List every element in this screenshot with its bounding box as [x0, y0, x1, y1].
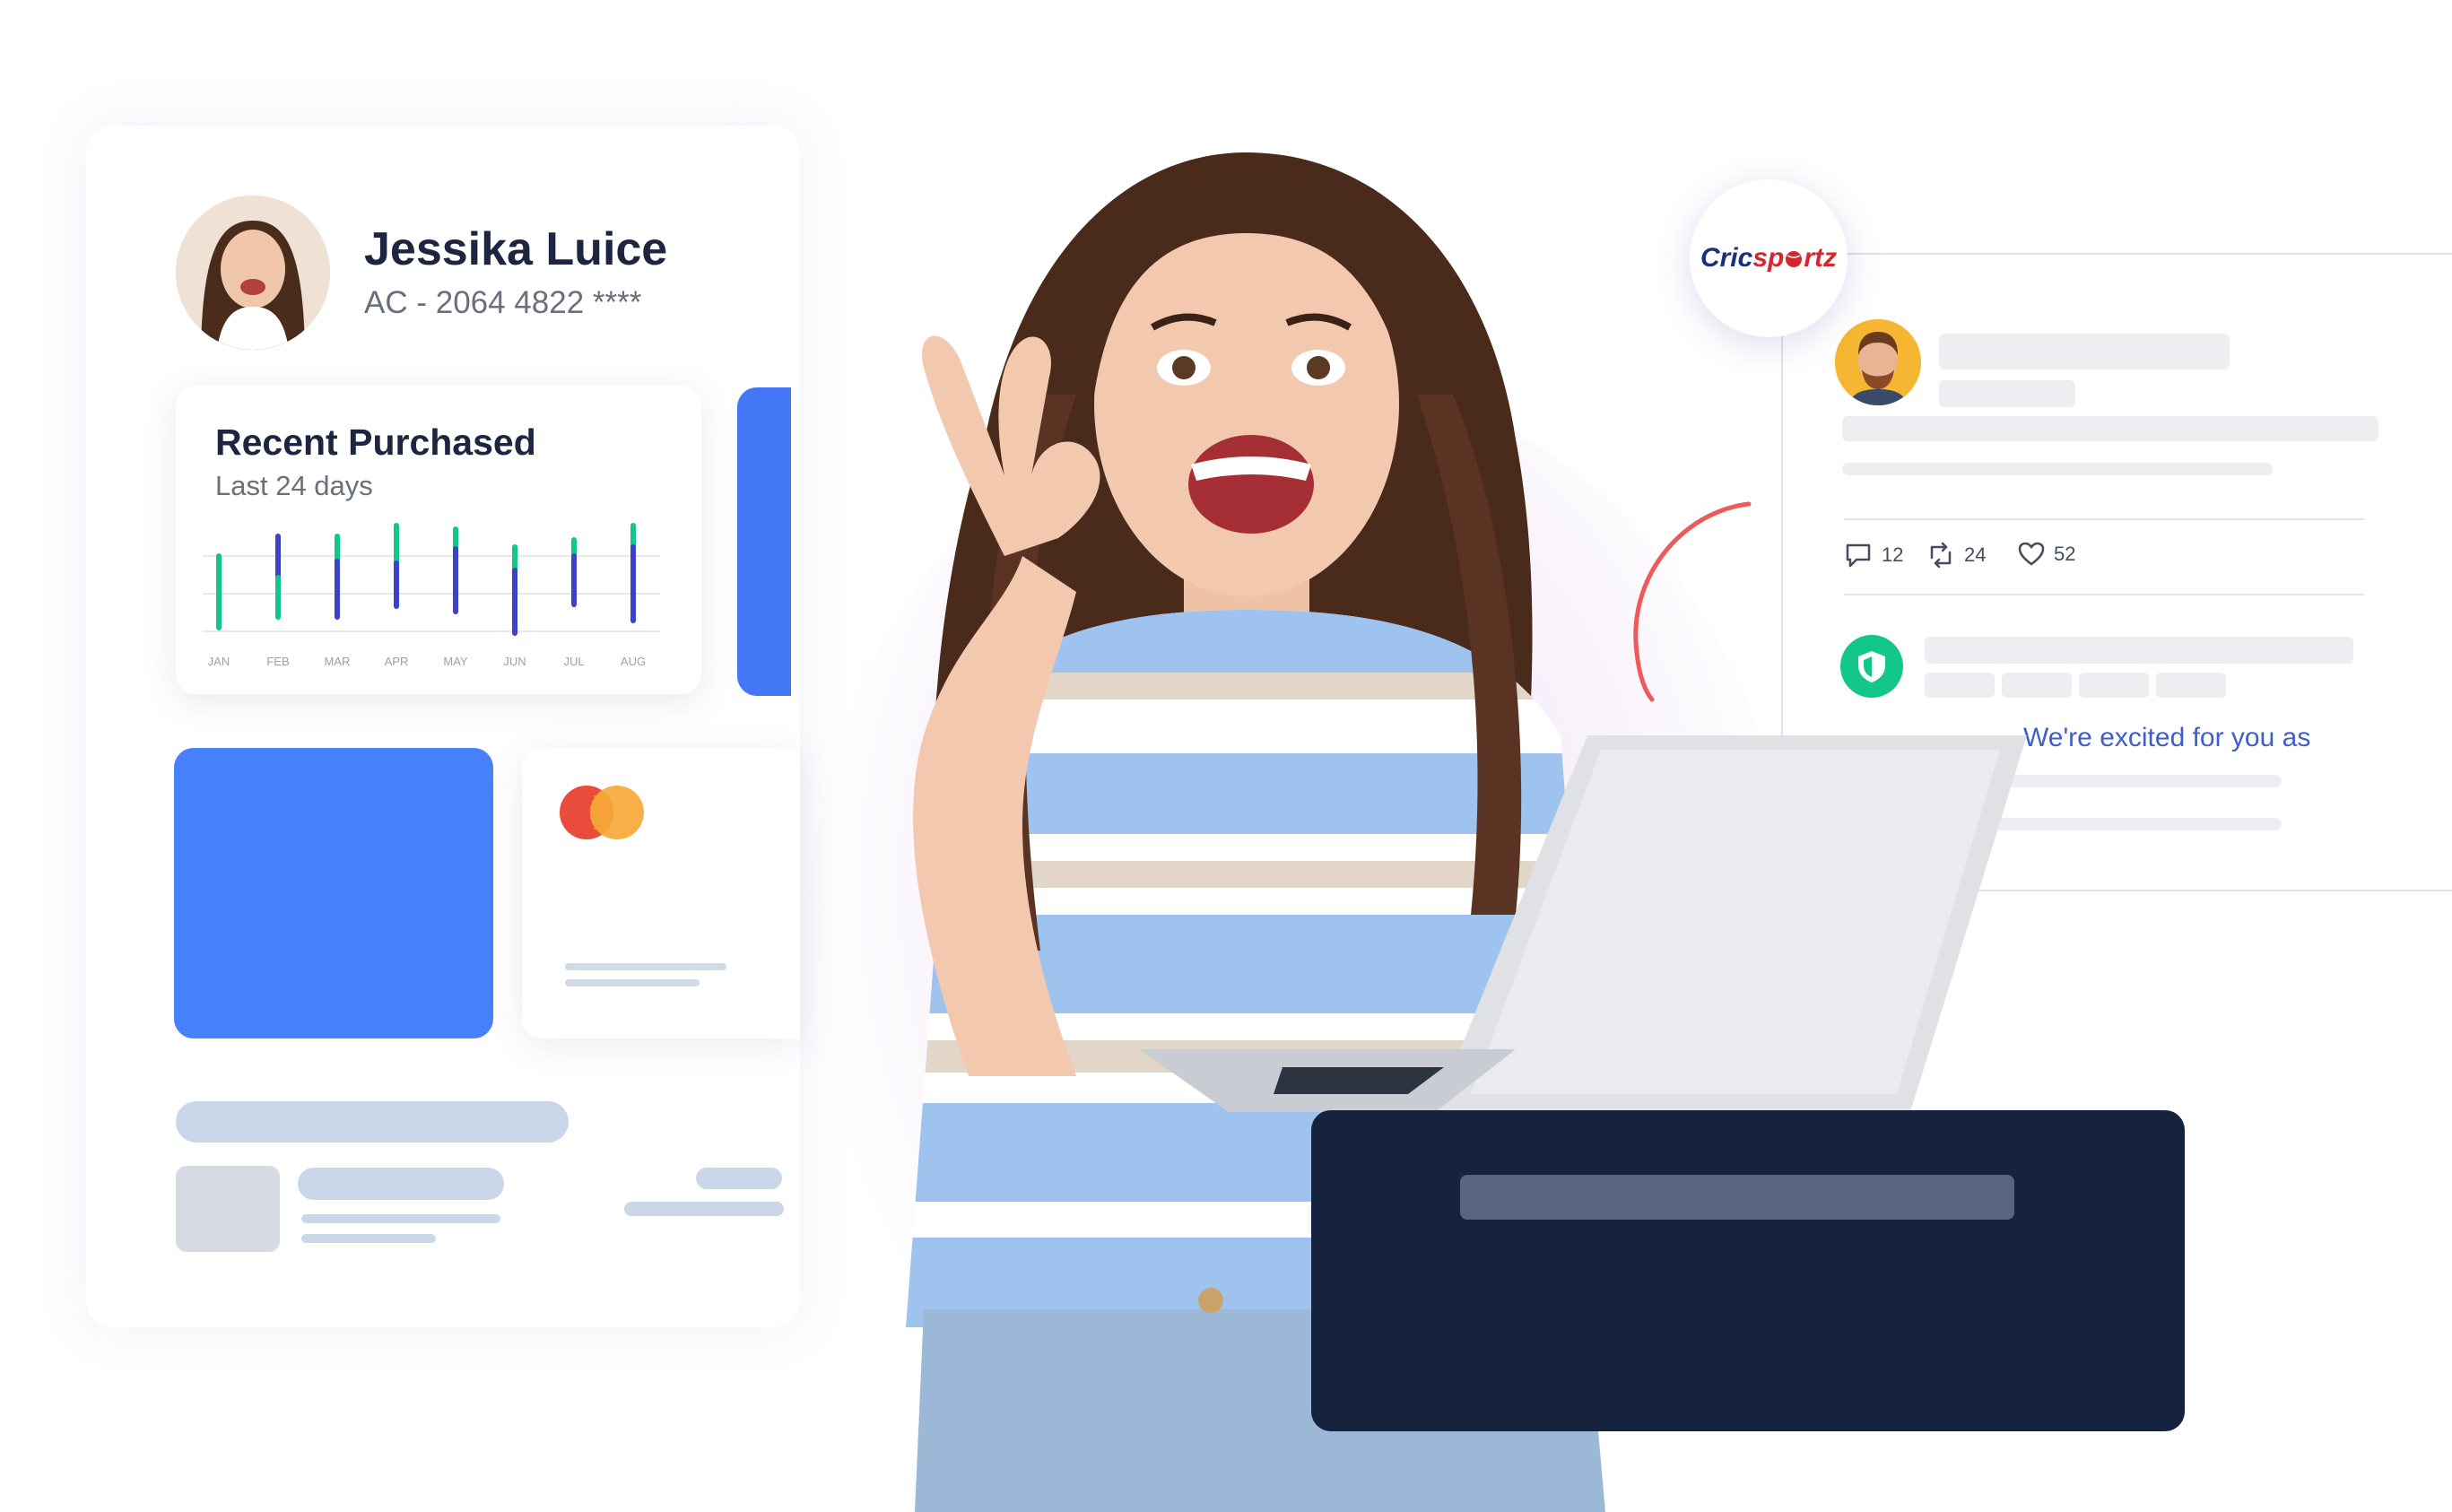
month-label: JUN — [503, 655, 526, 668]
skeleton-bar — [1842, 416, 2378, 441]
user-name: Jessika Luice — [364, 223, 668, 275]
avatar-man-image — [1835, 319, 1921, 405]
recent-purchased-title: Recent Purchased — [215, 421, 536, 463]
recent-purchased-card: Recent Purchased Last 24 days JAN FEB MA… — [176, 386, 701, 694]
skeleton-chip — [1925, 673, 1995, 698]
like-count: 52 — [2054, 543, 2076, 565]
divider — [1844, 594, 2364, 595]
month-label: FEB — [266, 655, 289, 668]
mouth — [1188, 435, 1314, 534]
shield-icon — [1858, 651, 1885, 682]
comment-count: 12 — [1882, 543, 1904, 566]
blue-card-tile[interactable] — [174, 748, 493, 1038]
month-label: JUL — [563, 655, 584, 668]
repost-icon — [1930, 542, 1952, 569]
comment-icon — [1846, 543, 1871, 568]
skeleton-chip — [2079, 673, 2149, 698]
skeleton-bar — [1939, 334, 2230, 369]
skeleton-bar — [1925, 637, 2353, 664]
skeleton-line — [565, 979, 700, 986]
month-label: MAR — [325, 655, 351, 668]
skeleton-bar — [1460, 1175, 2014, 1220]
month-label: AUG — [621, 655, 646, 668]
heart-icon — [2018, 542, 2045, 566]
dark-banner-card — [1311, 1110, 2185, 1431]
laptop — [1139, 735, 2027, 1112]
skeleton-line — [1995, 818, 2282, 830]
repost-stat[interactable]: 24 — [1926, 542, 1986, 569]
avatar — [1835, 319, 1921, 405]
post-message: We're excited for you as — [2023, 723, 2311, 752]
account-number: AC - 2064 4822 **** — [364, 285, 642, 320]
month-label: JAN — [208, 655, 230, 668]
purchase-chart: JAN FEB MAR APR MAY JUN JUL AUG — [203, 523, 660, 668]
avatar-woman-image — [176, 196, 330, 350]
avatar — [176, 196, 330, 350]
repost-count: 24 — [1964, 543, 1987, 566]
month-label: MAY — [443, 655, 468, 668]
skeleton-line — [301, 1214, 500, 1223]
skeleton-thumbnail — [176, 1166, 280, 1252]
skeleton-chip — [2002, 673, 2072, 698]
skeleton-bar — [1939, 380, 2075, 407]
skeleton-line — [301, 1234, 436, 1243]
skeleton-bar — [298, 1168, 504, 1200]
skeleton-line — [1995, 775, 2282, 787]
skeleton-bar — [176, 1101, 569, 1143]
shield-badge — [1840, 635, 1903, 698]
divider — [1844, 518, 2364, 520]
comment-stat[interactable]: 12 — [1844, 542, 1903, 569]
mastercard-icon — [560, 786, 644, 839]
jeans-button — [1198, 1288, 1223, 1313]
recent-purchased-subtitle: Last 24 days — [215, 470, 373, 501]
like-stat[interactable]: 52 — [2018, 542, 2075, 567]
month-label: APR — [385, 655, 409, 668]
skeleton-chip — [2156, 673, 2226, 698]
skeleton-line — [1842, 463, 2273, 475]
profile-card: Jessika Luice AC - 2064 4822 **** — [86, 126, 800, 1327]
